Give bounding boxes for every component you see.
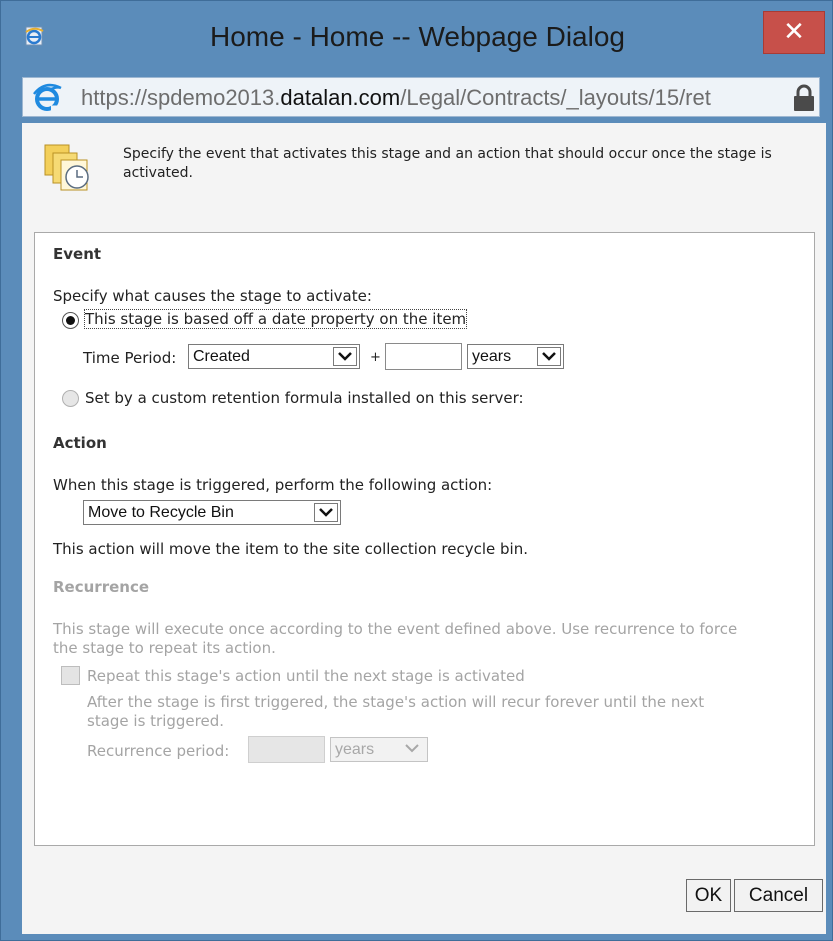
event-prompt: Specify what causes the stage to activat… [53, 287, 372, 305]
lock-icon [792, 84, 816, 112]
time-unit-select[interactable]: years [467, 344, 564, 369]
custom-formula-radio[interactable] [62, 390, 79, 407]
recurrence-detail-line2: stage is triggered. [87, 712, 224, 730]
stage-clock-icon [42, 141, 96, 193]
ok-button[interactable]: OK [686, 879, 731, 912]
intro-description: Specify the event that activates this st… [123, 146, 772, 181]
recurrence-heading: Recurrence [53, 578, 150, 596]
action-select[interactable]: Move to Recycle Bin [83, 500, 341, 525]
action-heading: Action [53, 434, 107, 452]
address-bar[interactable]: https://spdemo2013.datalan.com/Legal/Con… [22, 77, 820, 117]
chevron-down-icon [401, 740, 425, 759]
dialog-content: Specify the event that activates this st… [22, 123, 826, 934]
recurrence-detail-line1: After the stage is first triggered, the … [87, 693, 705, 711]
recurrence-unit-select[interactable]: years [330, 737, 428, 762]
dialog-window: Home - Home -- Webpage Dialog ✕ https://… [0, 0, 833, 941]
repeat-action-checkbox[interactable] [61, 666, 80, 685]
title-bar: Home - Home -- Webpage Dialog ✕ [1, 1, 833, 71]
url-text[interactable]: https://spdemo2013.datalan.com/Legal/Con… [81, 85, 711, 111]
recurrence-period-input[interactable] [248, 736, 325, 763]
event-heading: Event [53, 245, 102, 263]
window-title: Home - Home -- Webpage Dialog [210, 21, 625, 52]
url-path: /Legal/Contracts/_layouts/15/ret [400, 85, 711, 110]
time-period-select[interactable]: Created [188, 344, 360, 369]
time-period-value: Created [193, 348, 250, 365]
cancel-button[interactable]: Cancel [734, 879, 823, 912]
chevron-down-icon [314, 503, 338, 522]
recurrence-period-label: Recurrence period: [87, 742, 230, 760]
time-unit-value: years [472, 348, 512, 365]
close-icon: ✕ [783, 17, 805, 47]
url-host: datalan.com [280, 85, 401, 110]
chevron-down-icon [333, 347, 357, 366]
close-button[interactable]: ✕ [763, 11, 825, 54]
recurrence-description-line1: This stage will execute once according t… [53, 620, 738, 638]
date-property-radio[interactable] [62, 312, 79, 329]
settings-panel: Event Specify what causes the stage to a… [34, 232, 815, 846]
url-subdomain: spdemo2013. [147, 85, 281, 110]
date-property-label[interactable]: This stage is based off a date property … [83, 309, 468, 329]
period-amount-input[interactable] [385, 343, 462, 370]
plus-sign: + [370, 350, 381, 365]
recurrence-description-line2: the stage to repeat its action. [53, 639, 276, 657]
internet-explorer-icon [31, 82, 63, 114]
repeat-action-label[interactable]: Repeat this stage's action until the nex… [87, 667, 525, 685]
action-value: Move to Recycle Bin [88, 504, 234, 521]
url-scheme: https:// [81, 85, 148, 110]
action-prompt: When this stage is triggered, perform th… [53, 476, 493, 494]
recurrence-unit-value: years [335, 741, 375, 758]
time-period-label: Time Period: [83, 349, 177, 367]
action-description: This action will move the item to the si… [53, 540, 528, 558]
chevron-down-icon [537, 347, 561, 366]
custom-formula-label[interactable]: Set by a custom retention formula instal… [85, 389, 524, 407]
